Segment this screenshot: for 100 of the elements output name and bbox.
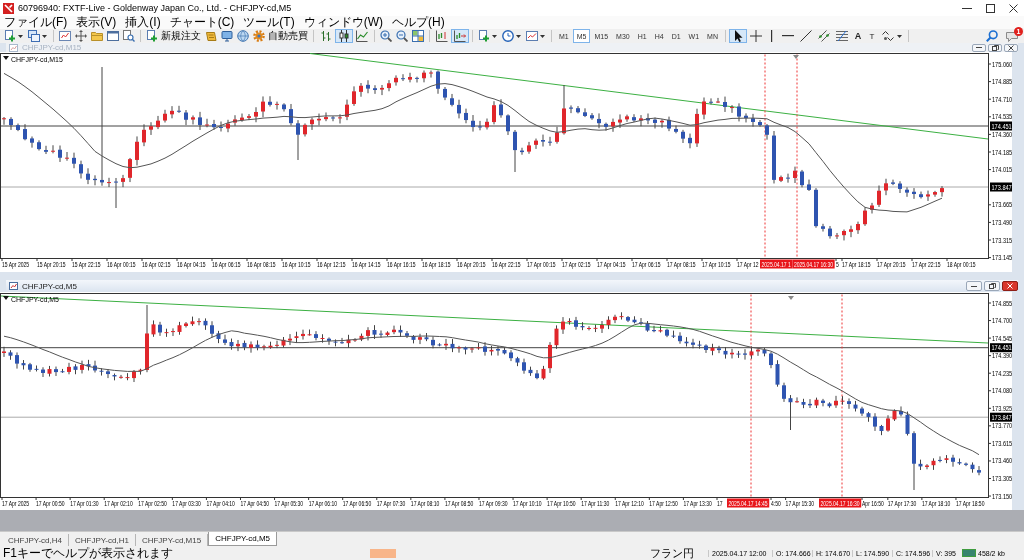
search-icon[interactable] <box>986 30 998 42</box>
symbol-name: フラン円 <box>650 545 695 560</box>
time-label: 17 <box>717 498 723 507</box>
time-label: Apr 16:50 <box>862 498 884 507</box>
vertical-line-icon <box>770 30 773 42</box>
zoom-out-icon[interactable] <box>396 30 408 42</box>
chart-title-bar[interactable]: CHFJPY-cd,M5 <box>6 280 1018 292</box>
fibonacci-icon <box>835 30 848 42</box>
move-arrows-icon[interactable] <box>75 30 87 42</box>
time-marker-label: 2025.04.17 1 <box>760 259 793 269</box>
chart-shift-icon <box>436 30 448 42</box>
caret-icon[interactable] <box>18 34 23 38</box>
caret-icon[interactable] <box>516 34 521 38</box>
chart-window-title: CHFJPY-cd,M5 <box>22 281 77 291</box>
restore-icon <box>991 44 999 51</box>
menu-item[interactable]: ファイル(F) <box>4 16 68 29</box>
gear-icon <box>253 30 265 42</box>
view-toggle-button[interactable] <box>433 29 451 43</box>
time-label: 17 Apr 17:30 <box>887 498 917 507</box>
menu-item[interactable]: チャート(C) <box>169 16 235 29</box>
time-label: 16 Apr 04:15 <box>177 259 206 268</box>
zoom-in-icon[interactable] <box>380 30 392 42</box>
restore-button[interactable] <box>984 281 1000 291</box>
time-label: 17 Apr 20:15 <box>877 259 906 268</box>
connection-status-icon <box>962 549 976 557</box>
drawing-tool-button[interactable] <box>728 29 747 43</box>
time-label: 17 Apr 08:15 <box>667 259 696 268</box>
time-label: 17 Apr 01:30 <box>70 498 99 507</box>
document-plus-icon[interactable] <box>4 30 16 42</box>
time-label: 17 Apr 06:10 <box>308 498 338 507</box>
label-tool-button[interactable]: T <box>864 29 879 43</box>
close-icon <box>1007 283 1013 289</box>
chart-type-button[interactable] <box>353 29 371 43</box>
document-search-icon[interactable] <box>123 30 135 42</box>
time-label: 16 Apr 02:15 <box>142 259 171 268</box>
window-chart-icon[interactable] <box>59 30 71 42</box>
time-label: 16 Apr 16:15 <box>387 259 416 268</box>
status-help-text: F1キーでヘルプが表示されます <box>3 546 174 560</box>
time-label: 16 Apr 14:15 <box>352 259 381 268</box>
minimize-button[interactable] <box>966 281 982 291</box>
crosshair-icon <box>749 30 762 42</box>
caret-icon[interactable] <box>492 34 497 38</box>
folders-icon[interactable] <box>91 30 103 42</box>
chart-window-title: CHFJPY-cd,M15 <box>22 43 82 52</box>
shapes-icon <box>881 30 894 42</box>
time-label: 17 Apr 02:15 <box>562 259 591 268</box>
time-label: 16 Apr 22:15 <box>492 259 521 268</box>
time-label: 17 Apr 04:15 <box>597 259 626 268</box>
bar-chart-icon <box>320 30 332 42</box>
maximize-icon[interactable] <box>986 3 995 13</box>
notebook-icon[interactable] <box>205 30 217 42</box>
time-label: 17 Apr 06:15 <box>632 259 661 268</box>
new-order-button[interactable]: 新規注文 <box>144 29 203 43</box>
status-indicator <box>370 548 396 558</box>
close-button[interactable] <box>1004 43 1018 52</box>
minimize-button[interactable] <box>972 43 986 52</box>
time-label: 17 Apr 04:50 <box>240 498 269 507</box>
chart-window-icon[interactable] <box>526 30 538 42</box>
time-marker-label: 2025.04.17 16:30 <box>819 498 862 508</box>
auto-trading-button[interactable]: 自動売買 <box>251 29 310 43</box>
time-label: 16 Apr 12:15 <box>317 259 346 268</box>
time-label: 17 Apr 08:10 <box>410 498 440 507</box>
time-label: 17 Apr 18:50 <box>955 498 985 507</box>
menu-item[interactable]: ツール(T) <box>243 16 295 29</box>
clock-icon[interactable] <box>502 30 514 42</box>
restore-button[interactable] <box>988 43 1002 52</box>
window-icon[interactable] <box>107 30 119 42</box>
time-label: 17 Apr 11:30 <box>581 498 610 507</box>
time-label: 17 Apr 08:50 <box>444 498 474 507</box>
close-button[interactable] <box>1002 281 1018 291</box>
arrow-marker-icon <box>788 296 794 300</box>
time-label: 16 Apr 06:15 <box>212 259 241 268</box>
menu-item[interactable]: ウィンドウ(W) <box>303 16 383 29</box>
chart-window-icon <box>9 282 18 290</box>
menu-item[interactable]: 挿入(I) <box>125 16 161 29</box>
time-label: 17 Apr 10:15 <box>702 259 731 268</box>
time-label: 17 Apr 00:15 <box>527 259 556 268</box>
view-toggle-button[interactable] <box>451 29 469 43</box>
time-label: 17 Apr 10:50 <box>547 498 576 507</box>
minimize-icon <box>971 285 977 287</box>
stacked-windows-icon[interactable] <box>28 30 40 42</box>
caret-icon[interactable] <box>42 34 47 38</box>
time-label: 18 Apr 00:15 <box>947 259 976 268</box>
tile-windows-icon[interactable] <box>412 30 424 42</box>
caret-icon[interactable] <box>540 34 545 38</box>
chart-type-button[interactable] <box>335 29 353 43</box>
text-tool-button[interactable]: A <box>850 29 865 43</box>
minimize-icon[interactable] <box>962 7 972 9</box>
auto-scroll-icon <box>454 30 466 42</box>
time-label: 17 Apr 03:30 <box>172 498 201 507</box>
chart-tab[interactable]: CHFJPY-cd,M5 <box>208 532 277 546</box>
caret-icon[interactable] <box>896 34 902 38</box>
menu-item[interactable]: ヘルプ(H) <box>392 16 445 29</box>
time-label: 15 Apr 2025 <box>2 259 30 268</box>
menu-item[interactable]: 表示(V) <box>76 16 117 29</box>
close-icon[interactable] <box>1009 3 1018 13</box>
document-plus-icon[interactable] <box>478 30 490 42</box>
time-label: 17 Apr 18:15 <box>842 259 871 268</box>
monitor-icon[interactable] <box>221 30 233 42</box>
globe-icon[interactable] <box>237 30 249 42</box>
